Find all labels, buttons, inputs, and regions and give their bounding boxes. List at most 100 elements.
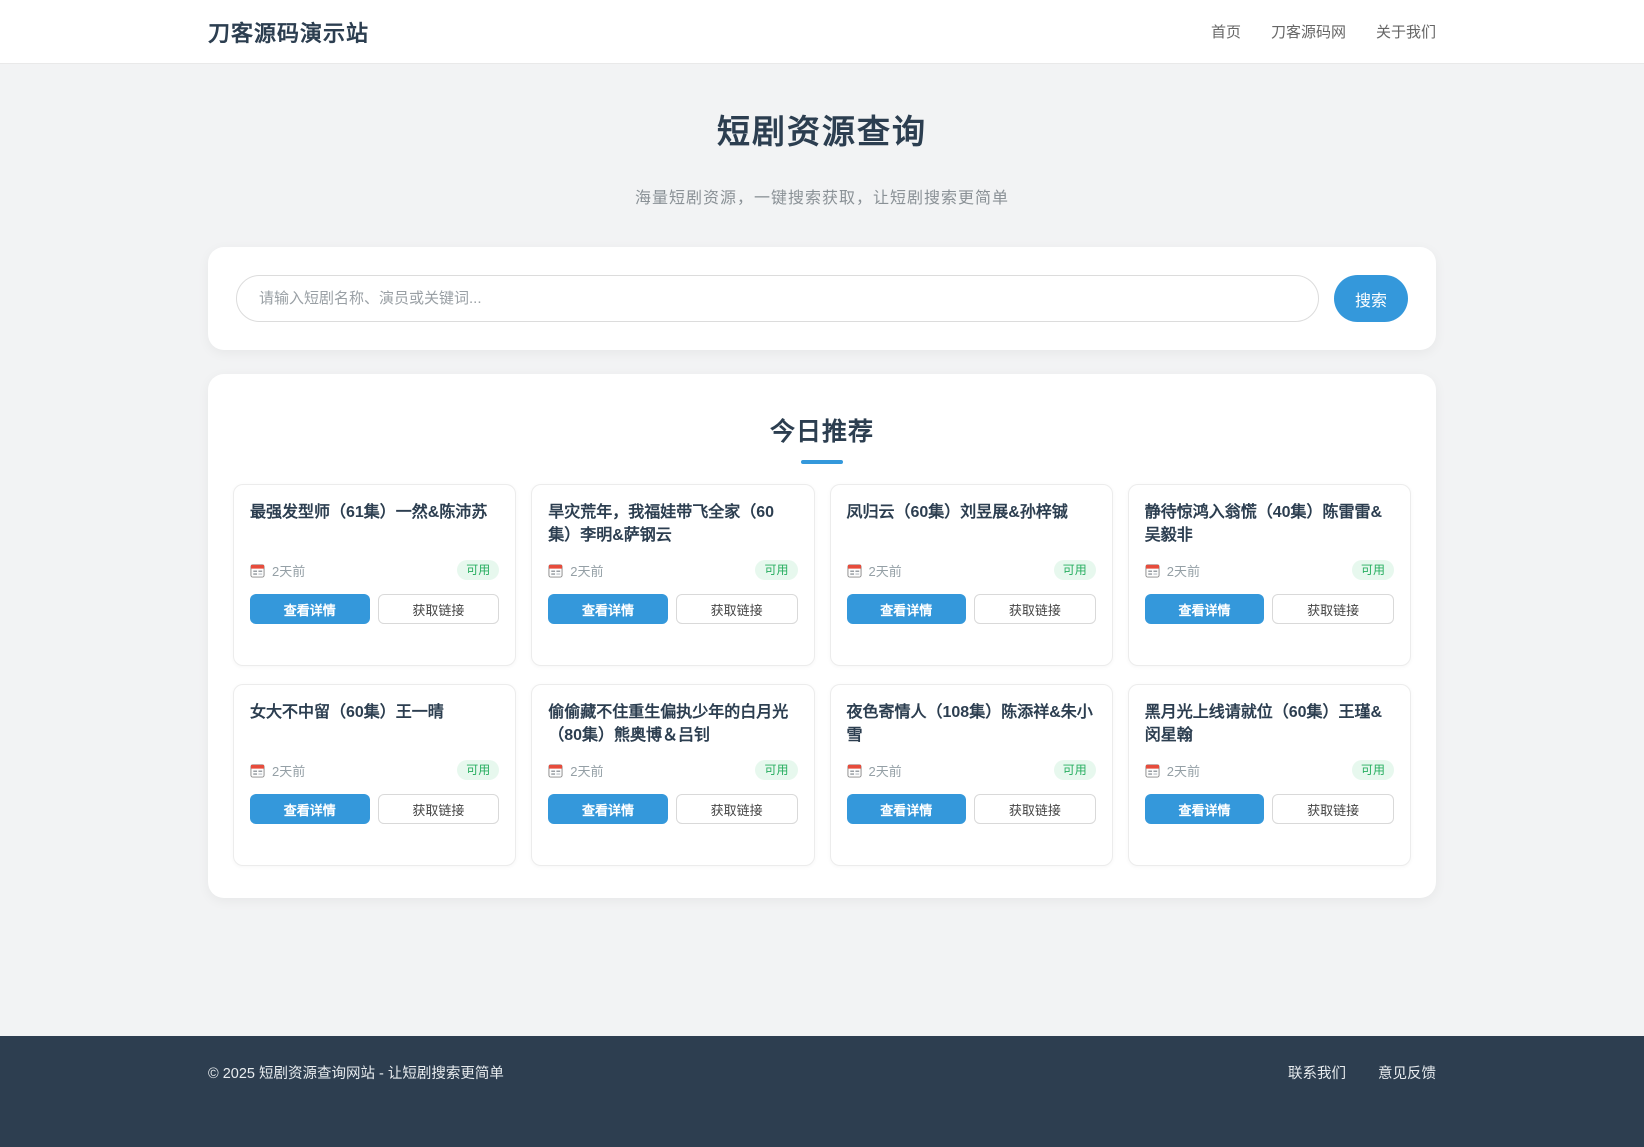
drama-title: 最强发型师（61集）一然&陈沛苏 xyxy=(250,501,499,547)
view-detail-button[interactable]: 查看详情 xyxy=(548,594,668,624)
site-footer: © 2025 短剧资源查询网站 - 让短剧搜索更简单 联系我们 意见反馈 xyxy=(0,1036,1644,1147)
calendar-icon xyxy=(1145,763,1160,778)
drama-card: 夜色寄情人（108集）陈添祥&朱小雪 2天前 可用 查看详情 获取链接 xyxy=(830,684,1113,866)
site-header: 刀客源码演示站 首页 刀客源码网 关于我们 xyxy=(0,0,1644,64)
get-link-button[interactable]: 获取链接 xyxy=(1272,794,1394,824)
drama-meta: 2天前 可用 xyxy=(548,560,797,580)
drama-title: 女大不中留（60集）王一晴 xyxy=(250,701,499,747)
drama-title: 夜色寄情人（108集）陈添祥&朱小雪 xyxy=(847,701,1096,747)
get-link-button[interactable]: 获取链接 xyxy=(974,794,1096,824)
footer-link-feedback[interactable]: 意见反馈 xyxy=(1378,1062,1436,1083)
drama-meta: 2天前 可用 xyxy=(1145,560,1394,580)
drama-title: 黑月光上线请就位（60集）王瑾&闵星翰 xyxy=(1145,701,1394,747)
drama-card: 女大不中留（60集）王一晴 2天前 可用 查看详情 获取链接 xyxy=(233,684,516,866)
drama-card: 静待惊鸿入翁慌（40集）陈雷雷&吴毅非 2天前 可用 查看详情 获取链接 xyxy=(1128,484,1411,666)
main-content: 短剧资源查询 海量短剧资源，一键搜索获取，让短剧搜索更简单 搜索 今日推荐 最强… xyxy=(208,105,1436,898)
drama-actions: 查看详情 获取链接 xyxy=(548,794,797,824)
nav-item-home[interactable]: 首页 xyxy=(1211,21,1241,42)
drama-date-text: 2天前 xyxy=(869,761,902,780)
view-detail-button[interactable]: 查看详情 xyxy=(847,794,967,824)
footer-copyright: © 2025 短剧资源查询网站 - 让短剧搜索更简单 xyxy=(208,1062,504,1083)
get-link-button[interactable]: 获取链接 xyxy=(676,594,798,624)
drama-date-text: 2天前 xyxy=(869,561,902,580)
search-button[interactable]: 搜索 xyxy=(1334,275,1408,322)
drama-date-text: 2天前 xyxy=(1167,761,1200,780)
search-panel: 搜索 xyxy=(208,247,1436,350)
search-input[interactable] xyxy=(236,275,1319,322)
drama-card: 凤归云（60集）刘昱展&孙梓铖 2天前 可用 查看详情 获取链接 xyxy=(830,484,1113,666)
drama-actions: 查看详情 获取链接 xyxy=(1145,794,1394,824)
drama-date: 2天前 xyxy=(250,561,305,580)
drama-date: 2天前 xyxy=(1145,761,1200,780)
drama-title: 旱灾荒年，我福娃带飞全家（60集）李明&萨钢云 xyxy=(548,501,797,547)
section-title-underline xyxy=(801,460,843,464)
drama-meta: 2天前 可用 xyxy=(250,760,499,780)
calendar-icon xyxy=(250,563,265,578)
drama-actions: 查看详情 获取链接 xyxy=(548,594,797,624)
top-nav: 首页 刀客源码网 关于我们 xyxy=(1211,21,1436,42)
drama-date-text: 2天前 xyxy=(272,761,305,780)
drama-date-text: 2天前 xyxy=(272,561,305,580)
view-detail-button[interactable]: 查看详情 xyxy=(1145,594,1265,624)
drama-title: 静待惊鸿入翁慌（40集）陈雷雷&吴毅非 xyxy=(1145,501,1394,547)
drama-meta: 2天前 可用 xyxy=(847,760,1096,780)
drama-actions: 查看详情 获取链接 xyxy=(250,594,499,624)
page-title: 短剧资源查询 xyxy=(208,105,1436,153)
get-link-button[interactable]: 获取链接 xyxy=(974,594,1096,624)
drama-date-text: 2天前 xyxy=(570,561,603,580)
drama-date-text: 2天前 xyxy=(1167,561,1200,580)
page-subtitle: 海量短剧资源，一键搜索获取，让短剧搜索更简单 xyxy=(208,184,1436,208)
calendar-icon xyxy=(847,563,862,578)
drama-actions: 查看详情 获取链接 xyxy=(847,594,1096,624)
drama-actions: 查看详情 获取链接 xyxy=(250,794,499,824)
drama-date-text: 2天前 xyxy=(570,761,603,780)
get-link-button[interactable]: 获取链接 xyxy=(1272,594,1394,624)
drama-title: 偷偷藏不住重生偏执少年的白月光（80集）熊奥博＆吕钊 xyxy=(548,701,797,747)
drama-date: 2天前 xyxy=(847,561,902,580)
get-link-button[interactable]: 获取链接 xyxy=(676,794,798,824)
drama-actions: 查看详情 获取链接 xyxy=(847,794,1096,824)
drama-date: 2天前 xyxy=(548,761,603,780)
calendar-icon xyxy=(250,763,265,778)
calendar-icon xyxy=(847,763,862,778)
get-link-button[interactable]: 获取链接 xyxy=(378,794,500,824)
view-detail-button[interactable]: 查看详情 xyxy=(847,594,967,624)
drama-date: 2天前 xyxy=(847,761,902,780)
drama-card: 旱灾荒年，我福娃带飞全家（60集）李明&萨钢云 2天前 可用 查看详情 获取链接 xyxy=(531,484,814,666)
drama-card: 偷偷藏不住重生偏执少年的白月光（80集）熊奥博＆吕钊 2天前 可用 查看详情 获… xyxy=(531,684,814,866)
recommend-panel: 今日推荐 最强发型师（61集）一然&陈沛苏 2天前 可用 查看详情 获取链接 xyxy=(208,374,1436,898)
status-badge: 可用 xyxy=(1054,760,1096,780)
drama-card: 最强发型师（61集）一然&陈沛苏 2天前 可用 查看详情 获取链接 xyxy=(233,484,516,666)
status-badge: 可用 xyxy=(457,560,499,580)
calendar-icon xyxy=(1145,563,1160,578)
nav-item-about[interactable]: 关于我们 xyxy=(1376,21,1436,42)
drama-actions: 查看详情 获取链接 xyxy=(1145,594,1394,624)
drama-meta: 2天前 可用 xyxy=(548,760,797,780)
view-detail-button[interactable]: 查看详情 xyxy=(1145,794,1265,824)
section-title-today-recommend: 今日推荐 xyxy=(233,412,1411,448)
drama-meta: 2天前 可用 xyxy=(1145,760,1394,780)
calendar-icon xyxy=(548,763,563,778)
view-detail-button[interactable]: 查看详情 xyxy=(250,594,370,624)
view-detail-button[interactable]: 查看详情 xyxy=(250,794,370,824)
footer-link-contact[interactable]: 联系我们 xyxy=(1288,1062,1346,1083)
site-logo[interactable]: 刀客源码演示站 xyxy=(208,16,369,48)
drama-date: 2天前 xyxy=(548,561,603,580)
status-badge: 可用 xyxy=(755,560,797,580)
status-badge: 可用 xyxy=(1352,760,1394,780)
drama-card-grid: 最强发型师（61集）一然&陈沛苏 2天前 可用 查看详情 获取链接 旱灾荒年，我… xyxy=(233,484,1411,866)
nav-item-daoke-source[interactable]: 刀客源码网 xyxy=(1271,21,1346,42)
drama-card: 黑月光上线请就位（60集）王瑾&闵星翰 2天前 可用 查看详情 获取链接 xyxy=(1128,684,1411,866)
status-badge: 可用 xyxy=(755,760,797,780)
footer-links: 联系我们 意见反馈 xyxy=(1288,1062,1436,1083)
calendar-icon xyxy=(548,563,563,578)
status-badge: 可用 xyxy=(457,760,499,780)
drama-date: 2天前 xyxy=(1145,561,1200,580)
view-detail-button[interactable]: 查看详情 xyxy=(548,794,668,824)
drama-date: 2天前 xyxy=(250,761,305,780)
get-link-button[interactable]: 获取链接 xyxy=(378,594,500,624)
hero-section: 短剧资源查询 海量短剧资源，一键搜索获取，让短剧搜索更简单 xyxy=(208,105,1436,208)
status-badge: 可用 xyxy=(1054,560,1096,580)
status-badge: 可用 xyxy=(1352,560,1394,580)
drama-meta: 2天前 可用 xyxy=(250,560,499,580)
